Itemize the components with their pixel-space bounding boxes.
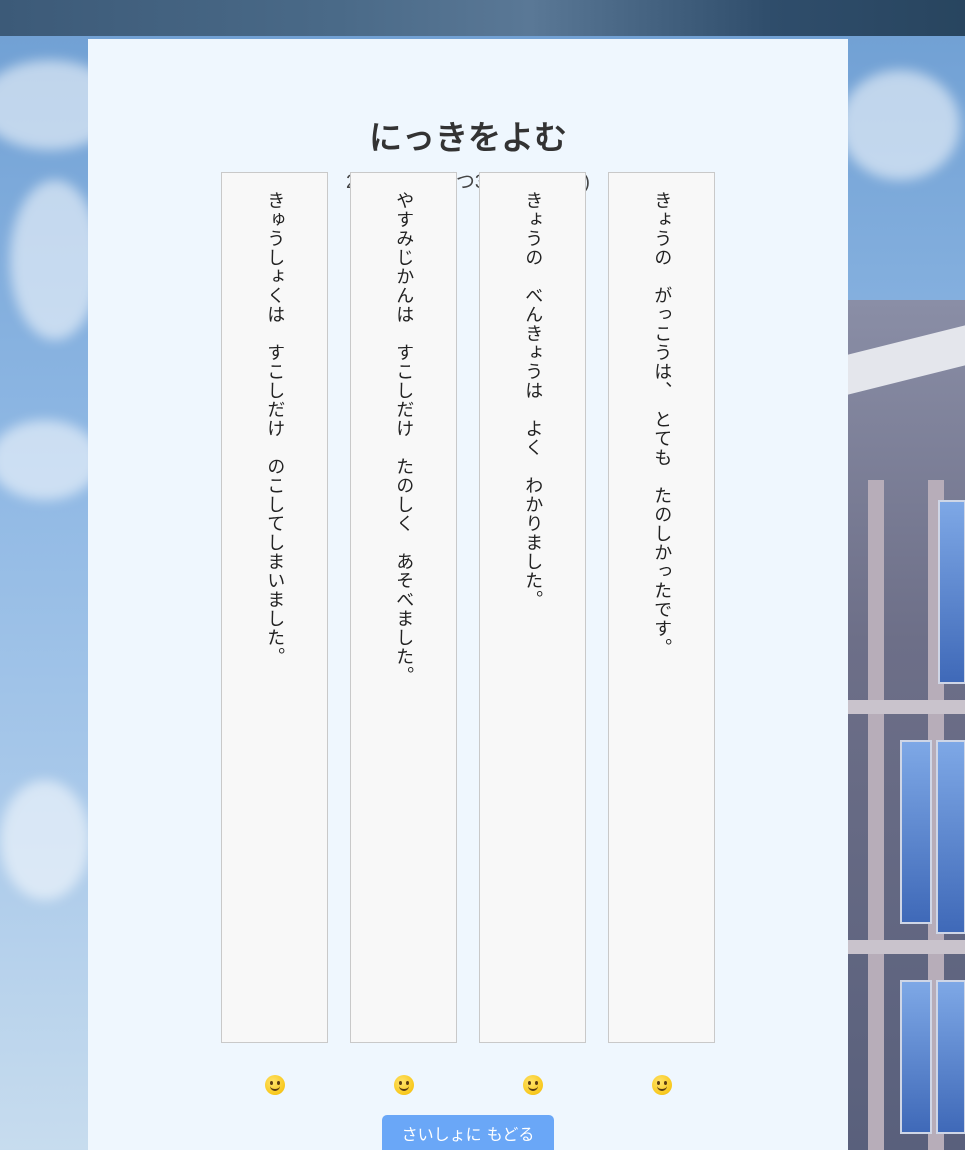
- diary-entry-text: きゅうしょくは すこしだけ のこしてしまいました。: [264, 191, 286, 666]
- diary-entry-text: きょうの がっこうは、 とても たのしかったです。: [651, 191, 673, 657]
- diary-entry-text: きょうの べんきょうは よく わかりました。: [522, 191, 544, 609]
- background-cloud: [0, 420, 100, 500]
- background-cloud: [840, 70, 960, 180]
- diary-entries: きょうの がっこうは、 とても たのしかったです。 きょうの べんきょうは よく…: [221, 172, 715, 1045]
- grinning-face-icon: [350, 1073, 457, 1097]
- background-top-strip: [0, 0, 965, 36]
- back-to-start-button[interactable]: さいしょに もどる: [382, 1115, 554, 1150]
- page-title: にっきをよむ: [369, 119, 567, 156]
- diary-entry: きゅうしょくは すこしだけ のこしてしまいました。: [221, 172, 328, 1043]
- smiling-face-icon: [479, 1073, 586, 1097]
- diary-entry: きょうの べんきょうは よく わかりました。: [479, 172, 586, 1043]
- diary-entry: きょうの がっこうは、 とても たのしかったです。: [608, 172, 715, 1043]
- tongue-face-icon: [221, 1073, 328, 1097]
- emoji-row: [221, 1073, 715, 1097]
- background-building: [844, 300, 965, 1150]
- background-cloud: [10, 180, 100, 340]
- laughing-tongue-face-icon: [608, 1073, 715, 1097]
- background-cloud: [0, 780, 90, 900]
- diary-entry: やすみじかんは すこしだけ たのしく あそべました。: [350, 172, 457, 1043]
- diary-entry-text: やすみじかんは すこしだけ たのしく あそべました。: [393, 191, 415, 685]
